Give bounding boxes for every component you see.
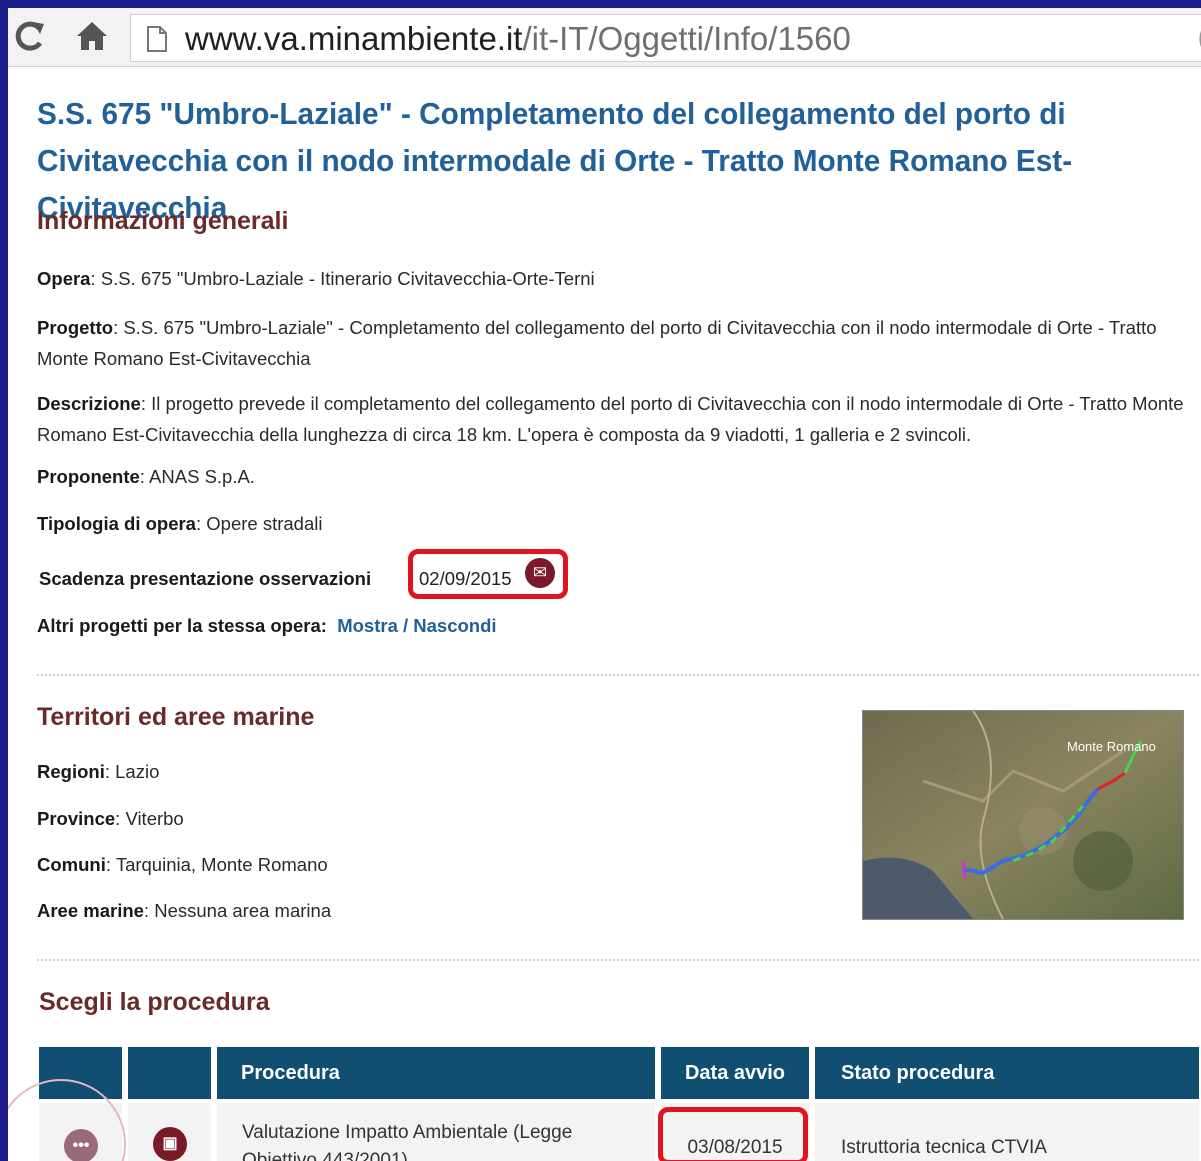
browser-toolbar: www.va.minambiente.it/it-IT/Oggetti/Info…: [8, 8, 1201, 67]
descrizione-row: Descrizione: Il progetto prevede il comp…: [37, 393, 1184, 445]
comuni-row: Comuni: Tarquinia, Monte Romano: [37, 854, 328, 875]
project-map-thumbnail[interactable]: Monte Romano: [862, 710, 1184, 920]
table-cell-action-2: ▣: [128, 1103, 211, 1161]
highlight-box-scadenza: [408, 549, 568, 599]
proponente-row: Proponente: ANAS S.p.A.: [37, 466, 255, 487]
table-header-data-avvio: Data avvio: [661, 1047, 809, 1099]
divider: [37, 674, 1199, 676]
opera-value: S.S. 675 "Umbro-Laziale - Itinerario Civ…: [100, 268, 595, 289]
home-icon[interactable]: [74, 16, 110, 56]
section-heading-territori: Territori ed aree marine: [37, 703, 315, 731]
scadenza-label: Scadenza presentazione osservazioni: [39, 568, 372, 589]
page-icon: [147, 26, 167, 52]
progetto-label: Progetto: [37, 317, 114, 338]
section-heading-general: Informazioni generali: [37, 207, 289, 235]
divider: [37, 959, 1199, 961]
url-path: /it-IT/Oggetti/Info/1560: [522, 20, 851, 57]
table-header-stato: Stato procedura: [815, 1047, 1199, 1099]
section-heading-procedura: Scegli la procedura: [39, 988, 270, 1016]
descrizione-label: Descrizione: [37, 393, 141, 414]
regioni-row: Regioni: Lazio: [37, 761, 160, 782]
url-host: www.va.minambiente.it: [185, 20, 523, 57]
mostra-nascondi-link[interactable]: Mostra / Nascondi: [337, 615, 496, 636]
table-cell-stato: Istruttoria tecnica CTVIA: [815, 1103, 1199, 1161]
tipologia-label: Tipologia di opera: [37, 513, 196, 534]
aree-marine-row: Aree marine: Nessuna area marina: [37, 900, 332, 921]
province-row: Province: Viterbo: [37, 808, 184, 829]
page-content: S.S. 675 "Umbro-Laziale" - Completamento…: [8, 66, 1201, 1161]
highlight-box-data-avvio: [658, 1107, 808, 1161]
altri-progetti-row: Altri progetti per la stessa opera: Most…: [37, 615, 497, 637]
address-bar[interactable]: www.va.minambiente.it/it-IT/Oggetti/Info…: [130, 14, 1201, 62]
document-icon[interactable]: ▣: [153, 1127, 187, 1161]
browser-window: www.va.minambiente.it/it-IT/Oggetti/Info…: [8, 8, 1201, 1161]
table-cell-procedura[interactable]: Valutazione Impatto Ambientale (Legge Ob…: [217, 1103, 655, 1161]
map-image: Monte Romano: [863, 711, 1183, 919]
map-label: Monte Romano: [1067, 739, 1156, 754]
progetto-value: S.S. 675 "Umbro-Laziale" - Completamento…: [37, 317, 1157, 369]
table-header-icon-col-2: [128, 1047, 211, 1099]
opera-row: Opera: S.S. 675 "Umbro-Laziale - Itinera…: [37, 268, 595, 289]
proponente-value: ANAS S.p.A.: [149, 466, 255, 487]
reload-icon[interactable]: [12, 16, 46, 56]
tipologia-value: Opere stradali: [206, 513, 323, 534]
tipologia-row: Tipologia di opera: Opere stradali: [37, 513, 323, 534]
opera-label: Opera: [37, 268, 91, 289]
descrizione-value: Il progetto prevede il completamento del…: [37, 393, 1184, 445]
proponente-label: Proponente: [37, 466, 140, 487]
altri-label: Altri progetti per la stessa opera:: [37, 615, 327, 636]
table-header-procedura: Procedura: [217, 1047, 655, 1099]
url-text[interactable]: www.va.minambiente.it/it-IT/Oggetti/Info…: [185, 19, 851, 59]
progetto-row: Progetto: S.S. 675 "Umbro-Laziale" - Com…: [37, 317, 1157, 369]
